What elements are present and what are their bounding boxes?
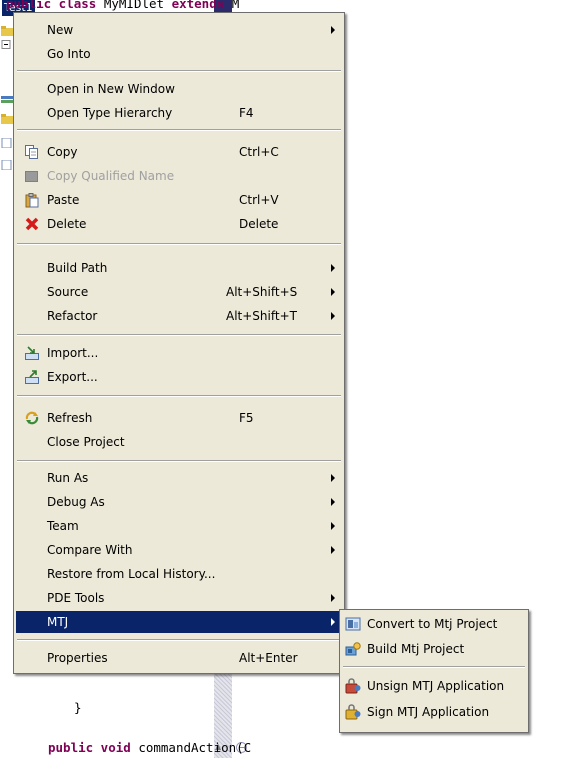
code-token: M bbox=[231, 0, 240, 11]
context-menu: New Go Into Open in New Window Open Type… bbox=[13, 12, 345, 674]
menu-item-refresh[interactable]: Refresh F5 bbox=[16, 407, 342, 429]
sign-application-icon bbox=[345, 704, 361, 720]
menu-separator bbox=[17, 243, 341, 245]
menu-item-export[interactable]: Export... bbox=[16, 366, 342, 388]
menu-item-refactor[interactable]: Refactor Alt+Shift+T bbox=[16, 305, 342, 327]
submenu-arrow-icon bbox=[331, 288, 335, 296]
mtj-submenu: Convert to Mtj Project Build Mtj Project… bbox=[339, 609, 529, 733]
menu-item-paste[interactable]: Paste Ctrl+V bbox=[16, 189, 342, 211]
submenu-arrow-icon bbox=[331, 546, 335, 554]
menu-item-convert-to-mtj-project[interactable]: Convert to Mtj Project bbox=[342, 613, 526, 635]
menu-item-mtj[interactable]: MTJ bbox=[16, 611, 342, 633]
code-token: commandAction(C bbox=[138, 740, 252, 755]
menu-separator bbox=[17, 639, 341, 641]
menu-item-pde-tools[interactable]: PDE Tools bbox=[16, 587, 342, 609]
code-token: public class bbox=[6, 0, 104, 11]
menu-item-go-into[interactable]: Go Into bbox=[16, 43, 342, 65]
menu-item-source[interactable]: Source Alt+Shift+S bbox=[16, 281, 342, 303]
menu-item-restore-from-local-history[interactable]: Restore from Local History... bbox=[16, 563, 342, 585]
export-icon bbox=[25, 370, 39, 384]
delete-icon bbox=[25, 217, 39, 231]
submenu-arrow-icon bbox=[331, 264, 335, 272]
code-token: MyMIDlet bbox=[103, 0, 172, 11]
submenu-arrow-icon bbox=[331, 594, 335, 602]
menu-item-build-mtj-project[interactable]: Build Mtj Project bbox=[342, 638, 526, 660]
menu-item-sign-mtj-application[interactable]: Sign MTJ Application bbox=[342, 701, 526, 723]
menu-item-unsign-mtj-application[interactable]: Unsign MTJ Application bbox=[342, 675, 526, 697]
menu-item-import[interactable]: Import... bbox=[16, 342, 342, 364]
menu-item-open-type-hierarchy[interactable]: Open Type Hierarchy F4 bbox=[16, 102, 342, 124]
menu-item-run-as[interactable]: Run As bbox=[16, 467, 342, 489]
menu-item-copy-qualified-name: Copy Qualified Name bbox=[16, 165, 342, 187]
copy-icon bbox=[25, 145, 38, 159]
convert-project-icon bbox=[345, 617, 361, 631]
submenu-arrow-icon bbox=[331, 522, 335, 530]
unsign-application-icon bbox=[345, 678, 361, 694]
menu-item-new[interactable]: New bbox=[16, 19, 342, 41]
import-icon bbox=[25, 346, 39, 360]
menu-item-close-project[interactable]: Close Project bbox=[16, 431, 342, 453]
menu-item-properties[interactable]: Properties Alt+Enter bbox=[16, 647, 342, 669]
submenu-arrow-icon bbox=[331, 618, 335, 626]
submenu-arrow-icon bbox=[331, 474, 335, 482]
code-token: extends bbox=[171, 0, 232, 11]
build-project-icon bbox=[345, 642, 361, 656]
copy-qualified-name-icon bbox=[25, 171, 38, 182]
menu-item-debug-as[interactable]: Debug As bbox=[16, 491, 342, 513]
menu-separator bbox=[17, 395, 341, 397]
menu-item-open-in-new-window[interactable]: Open in New Window bbox=[16, 78, 342, 100]
code-line: public class MyMIDlet extends M bbox=[6, 0, 239, 12]
paste-icon bbox=[25, 193, 39, 208]
menu-item-build-path[interactable]: Build Path bbox=[16, 257, 342, 279]
menu-separator bbox=[17, 70, 341, 72]
code-token: } bbox=[74, 700, 82, 715]
menu-item-team[interactable]: Team bbox=[16, 515, 342, 537]
code-token: public void bbox=[48, 740, 139, 755]
submenu-arrow-icon bbox=[331, 312, 335, 320]
refresh-icon bbox=[25, 411, 39, 425]
menu-item-copy[interactable]: Copy Ctrl+C bbox=[16, 141, 342, 163]
submenu-arrow-icon bbox=[331, 26, 335, 34]
menu-item-compare-with[interactable]: Compare With bbox=[16, 539, 342, 561]
menu-separator bbox=[17, 460, 341, 462]
submenu-arrow-icon bbox=[331, 498, 335, 506]
menu-separator bbox=[17, 334, 341, 336]
code-line: } bbox=[74, 700, 82, 716]
menu-separator bbox=[17, 129, 341, 131]
code-line: public void commandAction(C bbox=[48, 740, 251, 756]
menu-separator bbox=[343, 666, 525, 668]
menu-item-delete[interactable]: Delete Delete bbox=[16, 213, 342, 235]
